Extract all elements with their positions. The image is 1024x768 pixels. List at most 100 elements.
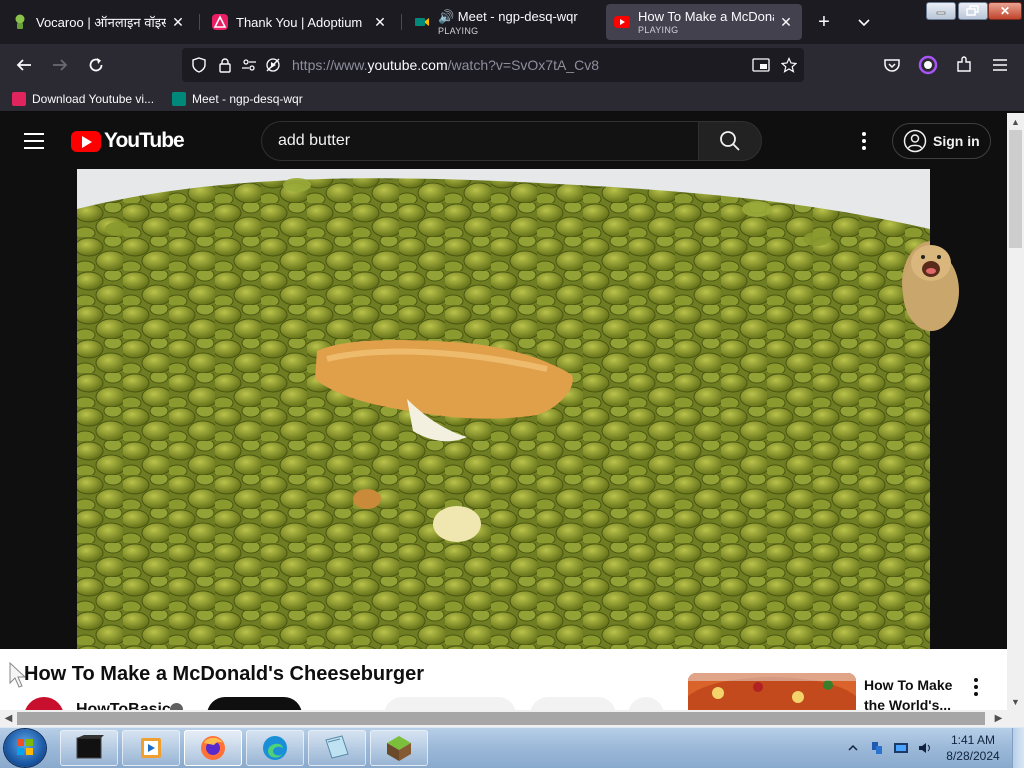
scroll-right-arrow-icon[interactable]: ▶ [990, 710, 1007, 727]
restore-window-button[interactable] [958, 2, 988, 20]
tab-playing-label: PLAYING [438, 25, 479, 36]
plus-icon[interactable]: + [812, 10, 836, 34]
tab-title: 🔊 Meet - ngp-desq-wqr [438, 8, 578, 24]
hamster-sticker-icon [903, 245, 959, 331]
channel-avatar[interactable] [24, 697, 64, 710]
bookmark-star-icon[interactable] [780, 56, 798, 74]
screen: Vocaroo | ऑनलाइन वॉइस रि ✕ Thank You | A… [0, 0, 1024, 768]
extensions-icon[interactable] [952, 53, 976, 77]
tab-separator [199, 14, 200, 30]
minecraft-icon [387, 736, 411, 761]
scroll-left-arrow-icon[interactable]: ◀ [0, 710, 17, 727]
permissions-icon[interactable] [240, 56, 258, 74]
url-text[interactable]: https://www.youtube.com/watch?v=SvOx7tA_… [292, 57, 599, 73]
tab-adoptium[interactable]: Thank You | Adoptium ✕ [204, 4, 396, 40]
clock-time: 1:41 AM [950, 733, 996, 747]
search-input[interactable] [278, 132, 678, 150]
lock-icon[interactable] [216, 56, 234, 74]
tab-youtube-active[interactable]: How To Make a McDonald PLAYING ✕ [606, 4, 802, 40]
tab-separator [401, 14, 402, 30]
adoptium-favicon-icon [212, 14, 228, 30]
edge-icon [263, 736, 287, 760]
tab-title: Thank You | Adoptium [236, 14, 363, 30]
youtube-logo-text: YouTube [104, 129, 185, 152]
firefox-icon [201, 736, 225, 760]
search-icon [720, 131, 740, 151]
youtube-play-icon [71, 130, 101, 152]
video-title: How To Make a McDonald's Cheeseburger [24, 663, 425, 685]
clock-date: 8/28/2024 [946, 749, 1000, 763]
volume-icon[interactable] [917, 740, 933, 756]
settings-more-icon[interactable] [852, 129, 876, 153]
search-button[interactable] [698, 121, 762, 161]
bookmark-download-youtube[interactable]: Download Youtube vi... [12, 90, 154, 108]
search-box [261, 121, 699, 161]
video-player[interactable] [77, 169, 930, 649]
action-center-icon[interactable] [893, 740, 909, 756]
chevron-down-icon[interactable] [852, 10, 876, 34]
menu-hamburger-icon[interactable] [988, 53, 1012, 77]
channel-name[interactable]: HowToBasic [76, 701, 171, 710]
taskbar-edge[interactable] [246, 730, 304, 766]
more-actions-button[interactable] [628, 697, 664, 710]
account-icon[interactable] [916, 53, 940, 77]
video-info-panel: How To Make a McDonald's Cheeseburger Ho… [0, 649, 1007, 710]
youtube-page: YouTube Sign in [0, 113, 1007, 710]
taskbar-media-player[interactable] [122, 730, 180, 766]
user-circle-icon [903, 129, 927, 153]
forward-arrow-icon[interactable] [48, 53, 72, 77]
vertical-scrollbar[interactable]: ▲ ▼ [1007, 113, 1024, 710]
close-window-button[interactable]: ✕ [988, 2, 1022, 20]
bookmark-label: Download Youtube vi... [32, 92, 155, 106]
address-bar[interactable]: https://www.youtube.com/watch?v=SvOx7tA_… [182, 48, 804, 82]
vertical-scroll-thumb[interactable] [1009, 130, 1022, 248]
recommended-video-thumbnail[interactable] [688, 673, 856, 710]
pocket-icon[interactable] [880, 53, 904, 77]
recommended-more-icon[interactable] [966, 677, 986, 697]
minimize-window-button[interactable] [926, 2, 956, 20]
system-tray [845, 736, 933, 760]
back-arrow-icon[interactable] [12, 53, 36, 77]
system-clock[interactable]: 1:41 AM 8/28/2024 [940, 732, 1006, 764]
url-path: /watch?v=SvOx7tA_Cv8 [447, 57, 599, 73]
youtube-favicon-icon [614, 14, 630, 30]
subscribe-button[interactable] [207, 697, 302, 710]
scroll-up-arrow-icon[interactable]: ▲ [1007, 113, 1024, 130]
close-tab-icon[interactable]: ✕ [372, 14, 388, 30]
close-tab-icon[interactable]: ✕ [778, 14, 794, 30]
media-player-icon [141, 738, 161, 758]
like-dislike-button[interactable] [384, 697, 516, 710]
windows-taskbar: 1:41 AM 8/28/2024 [0, 727, 1024, 768]
taskbar-firefox[interactable] [184, 730, 242, 766]
recommended-video-title[interactable]: How To Make the World's... [864, 675, 968, 710]
tab-meet[interactable]: 🔊 Meet - ngp-desq-wqr PLAYING [406, 4, 600, 40]
url-prefix: https://www. [292, 57, 368, 73]
share-button[interactable] [530, 697, 616, 710]
bookmark-meet[interactable]: Meet - ngp-desq-wqr [172, 90, 303, 108]
tab-title: How To Make a McDonald [638, 9, 774, 24]
guide-menu-icon[interactable] [24, 129, 48, 153]
network-adapter-icon[interactable] [869, 740, 885, 756]
horizontal-scroll-thumb[interactable] [17, 712, 985, 725]
tab-vocaroo[interactable]: Vocaroo | ऑनलाइन वॉइस रि ✕ [4, 4, 194, 40]
shield-icon[interactable] [190, 56, 208, 74]
youtube-logo[interactable]: YouTube [71, 129, 185, 153]
picture-in-picture-icon[interactable] [752, 56, 770, 74]
taskbar-terminal[interactable] [60, 730, 118, 766]
taskbar-minecraft[interactable] [370, 730, 428, 766]
show-hidden-icons-icon[interactable] [845, 740, 861, 756]
download-icon [12, 92, 26, 106]
autoplay-blocked-icon[interactable] [264, 56, 282, 74]
sign-in-button[interactable]: Sign in [892, 123, 991, 159]
show-desktop-button[interactable] [1012, 728, 1024, 768]
start-button[interactable] [4, 729, 46, 767]
bookmarks-toolbar: Download Youtube vi... Meet - ngp-desq-w… [0, 86, 1024, 112]
taskbar-notebook[interactable] [308, 730, 366, 766]
tab-title-wrap: 🔊 Meet - ngp-desq-wqr PLAYING [438, 9, 592, 36]
close-tab-icon[interactable]: ✕ [170, 14, 186, 30]
reload-icon[interactable] [84, 53, 108, 77]
windows-logo-icon [17, 739, 33, 755]
youtube-header: YouTube Sign in [0, 113, 1007, 169]
scroll-down-arrow-icon[interactable]: ▼ [1007, 693, 1024, 710]
horizontal-scrollbar[interactable]: ◀ ▶ [0, 710, 1024, 727]
